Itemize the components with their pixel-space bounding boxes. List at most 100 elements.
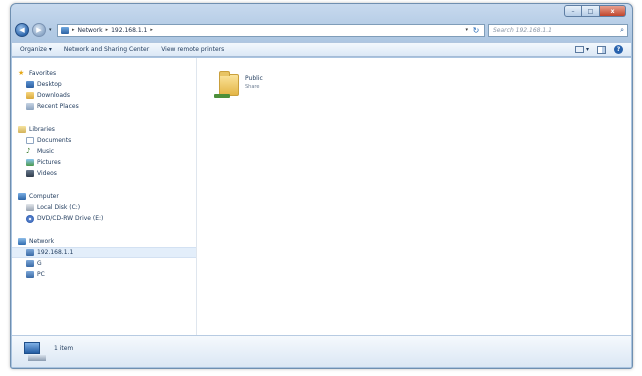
organize-button[interactable]: Organize ▾ bbox=[20, 46, 52, 53]
maximize-button[interactable]: □ bbox=[582, 5, 600, 17]
recent-places-icon bbox=[26, 103, 34, 110]
forward-arrow-icon: ▶ bbox=[36, 26, 42, 34]
breadcrumb-separator[interactable]: ▸ bbox=[150, 27, 153, 33]
pictures-icon bbox=[26, 159, 34, 166]
sidebar-item-label: PC bbox=[37, 271, 45, 278]
sidebar-item-documents[interactable]: Documents bbox=[12, 135, 196, 146]
close-icon: x bbox=[610, 7, 615, 15]
sidebar-item-label: Videos bbox=[37, 170, 57, 177]
sidebar-item-local-disk[interactable]: Local Disk (C:) bbox=[12, 202, 196, 213]
sidebar-item-label: Pictures bbox=[37, 159, 61, 166]
sidebar-item-label: DVD/CD-RW Drive (E:) bbox=[37, 215, 104, 222]
network-sharing-center-label: Network and Sharing Center bbox=[63, 46, 150, 53]
sidebar-item-label: Network bbox=[29, 238, 55, 245]
navigation-pane[interactable]: ★ Favorites Desktop Downloads Recent Pla… bbox=[12, 58, 197, 335]
close-button[interactable]: x bbox=[600, 5, 626, 17]
computer-icon bbox=[18, 193, 26, 200]
star-icon: ★ bbox=[18, 69, 25, 77]
address-bar-controls: ▾ ↻ bbox=[465, 24, 484, 36]
command-bar-right: ▾ ? bbox=[574, 45, 631, 54]
documents-icon bbox=[26, 137, 34, 144]
breadcrumb-separator[interactable]: ▸ bbox=[106, 27, 109, 33]
file-list[interactable]: Public Share bbox=[197, 58, 631, 335]
sidebar-item-favorites[interactable]: ★ Favorites bbox=[12, 68, 196, 79]
sidebar-item-videos[interactable]: Videos bbox=[12, 168, 196, 179]
chevron-down-icon: ▾ bbox=[585, 46, 589, 53]
sidebar-item-label: G bbox=[37, 260, 42, 267]
breadcrumb-network[interactable]: Network bbox=[78, 27, 103, 34]
breadcrumb-separator[interactable]: ▸ bbox=[72, 27, 75, 33]
sidebar-item-host-pc[interactable]: PC bbox=[12, 269, 196, 280]
sidebar-item-label: Favorites bbox=[29, 70, 57, 77]
address-bar[interactable]: ▸ Network ▸ 192.168.1.1 ▸ ▾ ↻ bbox=[57, 23, 485, 37]
desktop-icon bbox=[26, 81, 34, 88]
dvd-drive-icon bbox=[26, 214, 34, 223]
views-icon bbox=[574, 46, 584, 53]
sidebar-item-host-g[interactable]: G bbox=[12, 258, 196, 269]
sidebar-item-dvd-drive[interactable]: DVD/CD-RW Drive (E:) bbox=[12, 213, 196, 224]
libraries-icon bbox=[18, 126, 26, 133]
sidebar-item-label: Music bbox=[37, 148, 55, 155]
search-input[interactable]: Search 192.168.1.1 ⌕ bbox=[488, 23, 628, 37]
breadcrumb-host[interactable]: 192.168.1.1 bbox=[111, 27, 147, 34]
maximize-icon: □ bbox=[587, 7, 594, 15]
sidebar-item-music[interactable]: ♪ Music bbox=[12, 146, 196, 157]
organize-label: Organize bbox=[20, 46, 47, 53]
sidebar-item-label: Computer bbox=[29, 193, 59, 200]
sidebar-item-label: Local Disk (C:) bbox=[37, 204, 81, 211]
sidebar-item-label: Recent Places bbox=[37, 103, 79, 110]
minimize-button[interactable]: – bbox=[564, 5, 582, 17]
network-computer-icon bbox=[24, 341, 46, 362]
network-group: Network 192.168.1.1 G PC bbox=[12, 236, 196, 280]
minimize-icon: – bbox=[571, 7, 575, 15]
computer-network-icon bbox=[26, 260, 34, 267]
favorites-group: ★ Favorites Desktop Downloads Recent Pla… bbox=[12, 68, 196, 112]
preview-pane-icon[interactable] bbox=[597, 45, 606, 54]
sidebar-item-downloads[interactable]: Downloads bbox=[12, 90, 196, 101]
help-icon[interactable]: ? bbox=[614, 45, 623, 54]
network-icon bbox=[18, 238, 26, 245]
details-pane: 1 item bbox=[12, 335, 631, 367]
music-icon: ♪ bbox=[26, 147, 31, 155]
sidebar-item-host-192-168-1-1[interactable]: 192.168.1.1 bbox=[12, 247, 196, 258]
chevron-down-icon: ▾ bbox=[48, 46, 52, 53]
command-bar: Organize ▾ Network and Sharing Center Vi… bbox=[12, 42, 631, 57]
sidebar-item-computer[interactable]: Computer bbox=[12, 191, 196, 202]
sidebar-item-libraries[interactable]: Libraries bbox=[12, 124, 196, 135]
sidebar-item-network[interactable]: Network bbox=[12, 236, 196, 247]
network-sharing-center-button[interactable]: Network and Sharing Center bbox=[64, 46, 149, 53]
libraries-group: Libraries Documents ♪ Music Pictures Vid… bbox=[12, 124, 196, 179]
computer-network-icon bbox=[26, 249, 34, 256]
window-caption-buttons: – □ x bbox=[564, 5, 626, 17]
shared-folder-icon bbox=[214, 71, 239, 98]
change-view-button[interactable]: ▾ bbox=[574, 46, 589, 53]
hard-disk-icon bbox=[26, 204, 34, 211]
back-button[interactable]: ◀ bbox=[15, 23, 29, 37]
recent-pages-dropdown[interactable]: ▾ bbox=[49, 27, 54, 33]
back-arrow-icon: ◀ bbox=[19, 26, 25, 34]
share-type: Share bbox=[245, 84, 260, 90]
share-text: Public Share bbox=[245, 74, 263, 90]
sidebar-item-desktop[interactable]: Desktop bbox=[12, 79, 196, 90]
sidebar-item-label: 192.168.1.1 bbox=[37, 249, 74, 256]
sidebar-item-label: Desktop bbox=[37, 81, 62, 88]
address-row: ◀ ▶ ▾ ▸ Network ▸ 192.168.1.1 ▸ ▾ ↻ Sear… bbox=[15, 22, 628, 38]
search-placeholder: Search 192.168.1.1 bbox=[493, 26, 552, 34]
explorer-window: – □ x ◀ ▶ ▾ ▸ Network ▸ 192.168.1.1 ▸ ▾ … bbox=[10, 3, 633, 369]
sidebar-item-recent-places[interactable]: Recent Places bbox=[12, 101, 196, 112]
main-area: ★ Favorites Desktop Downloads Recent Pla… bbox=[12, 58, 631, 335]
network-icon bbox=[61, 26, 69, 34]
view-remote-printers-label: View remote printers bbox=[161, 46, 225, 53]
sidebar-item-label: Downloads bbox=[37, 92, 70, 99]
share-name: Public bbox=[245, 75, 263, 82]
list-item[interactable]: Public Share bbox=[214, 71, 263, 98]
videos-icon bbox=[26, 170, 34, 177]
search-icon[interactable]: ⌕ bbox=[620, 26, 624, 35]
refresh-icon[interactable]: ↻ bbox=[470, 24, 482, 36]
address-history-dropdown[interactable]: ▾ bbox=[465, 27, 468, 33]
sidebar-item-pictures[interactable]: Pictures bbox=[12, 157, 196, 168]
view-remote-printers-button[interactable]: View remote printers bbox=[161, 46, 224, 53]
forward-button[interactable]: ▶ bbox=[32, 23, 46, 37]
computer-group: Computer Local Disk (C:) DVD/CD-RW Drive… bbox=[12, 191, 196, 224]
downloads-icon bbox=[26, 92, 34, 99]
